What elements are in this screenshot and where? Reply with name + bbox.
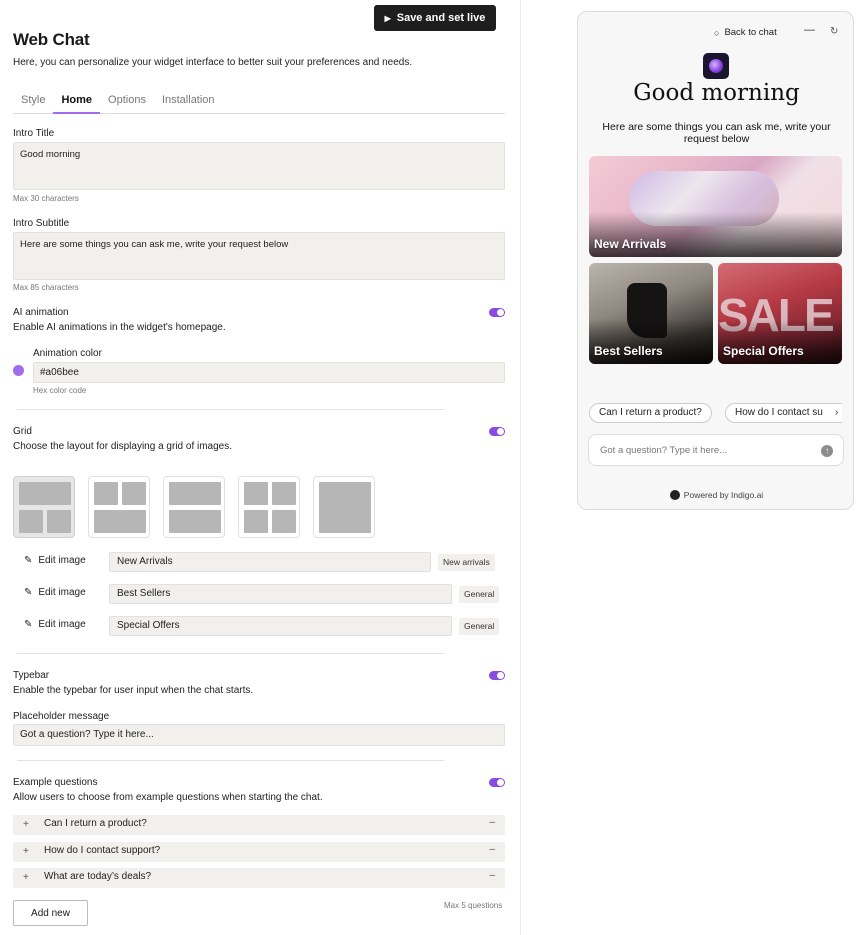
- intro-title-label: Intro Title: [13, 128, 55, 139]
- example-question-row: + Can I return a product? –: [13, 815, 505, 835]
- ai-animation-description: Enable AI animations in the widget's hom…: [13, 322, 226, 333]
- plus-icon[interactable]: +: [23, 846, 29, 857]
- tab-home[interactable]: Home: [53, 88, 101, 114]
- divider: [17, 653, 444, 654]
- card-caption: New Arrivals: [594, 237, 667, 251]
- pencil-icon: ✎: [24, 619, 33, 630]
- grid-image-tag[interactable]: General: [459, 618, 500, 635]
- animation-color-label: Animation color: [33, 348, 102, 359]
- example-question-chip[interactable]: Can I return a product?: [589, 403, 712, 423]
- intro-subtitle-label: Intro Subtitle: [13, 218, 70, 229]
- minus-icon[interactable]: –: [489, 844, 495, 855]
- intro-subtitle-hint: Max 85 characters: [13, 283, 79, 292]
- grid-image-row: ✎ Edit image Special Offers General: [24, 616, 505, 636]
- edit-image-button[interactable]: ✎ Edit image: [24, 619, 86, 630]
- grid-image-row: ✎ Edit image Best Sellers General: [24, 584, 505, 604]
- grid-layout-option-3[interactable]: [163, 476, 225, 538]
- send-arrow-icon[interactable]: ↑: [821, 445, 833, 457]
- intro-title-input[interactable]: Good morning: [13, 142, 505, 190]
- card-caption: Best Sellers: [594, 344, 663, 358]
- example-questions-toggle[interactable]: [489, 778, 505, 787]
- edit-image-button[interactable]: ✎ Edit image: [24, 587, 86, 598]
- example-question-chip[interactable]: How do I contact su: [725, 403, 842, 423]
- grid-toggle[interactable]: [489, 427, 505, 436]
- tab-installation[interactable]: Installation: [154, 88, 223, 114]
- color-swatch[interactable]: [13, 365, 24, 376]
- grid-layout-option-5[interactable]: [313, 476, 375, 538]
- grid-layout-option-4[interactable]: [238, 476, 300, 538]
- example-question-row: + What are today’s deals? –: [13, 868, 505, 888]
- example-question-text[interactable]: What are today’s deals?: [44, 871, 151, 882]
- widget-subtitle: Here are some things you can ask me, wri…: [602, 121, 831, 145]
- ai-animation-label: AI animation: [13, 307, 69, 318]
- grid-image-name-input[interactable]: Best Sellers: [109, 584, 452, 604]
- indigo-logo-icon: [669, 490, 680, 500]
- widget-input-placeholder: Got a question? Type it here...: [600, 445, 728, 456]
- widget-message-input[interactable]: Got a question? Type it here... ↑: [588, 434, 844, 466]
- animation-color-hint: Hex color code: [33, 386, 87, 395]
- page-title: Web Chat: [13, 30, 90, 49]
- refresh-icon[interactable]: ↻: [830, 26, 838, 37]
- minimize-icon[interactable]: —: [804, 24, 815, 36]
- plus-icon[interactable]: +: [23, 872, 29, 883]
- pencil-icon: ✎: [24, 555, 33, 566]
- grid-image-row: ✎ Edit image New Arrivals New arrivals: [24, 552, 505, 572]
- back-to-chat-button[interactable]: ○ Back to chat: [714, 27, 777, 38]
- grid-image-name-input[interactable]: New Arrivals: [109, 552, 431, 572]
- grid-image-name-input[interactable]: Special Offers: [109, 616, 452, 636]
- typebar-label: Typebar: [13, 670, 50, 681]
- typebar-toggle[interactable]: [489, 671, 505, 680]
- widget-greeting: Good morning: [633, 80, 800, 106]
- tab-options[interactable]: Options: [100, 88, 154, 114]
- tab-style[interactable]: Style: [13, 88, 53, 114]
- card-caption: Special Offers: [723, 344, 804, 358]
- example-question-row: + How do I contact support? –: [13, 842, 505, 862]
- page-subtitle: Here, you can personalize your widget in…: [13, 57, 413, 68]
- typebar-description: Enable the typebar for user input when t…: [13, 685, 254, 696]
- card-best-sellers[interactable]: Best Sellers: [589, 263, 713, 364]
- orb-icon: [709, 59, 723, 73]
- settings-panel: ▶ Save and set live Web Chat Here, you c…: [0, 0, 521, 935]
- grid-label: Grid: [13, 426, 32, 437]
- ai-animation-toggle[interactable]: [489, 308, 505, 317]
- preview-panel: ○ Back to chat — ↻ Good morning Here are…: [521, 0, 867, 935]
- example-questions-description: Allow users to choose from example quest…: [13, 792, 323, 803]
- chat-bubble-icon: ○: [714, 27, 720, 38]
- grid-layout-option-1[interactable]: [13, 476, 75, 538]
- chat-widget-preview: ○ Back to chat — ↻ Good morning Here are…: [577, 11, 854, 510]
- card-new-arrivals[interactable]: New Arrivals: [589, 156, 842, 257]
- tab-bar: Style Home Options Installation: [13, 88, 505, 114]
- chevron-right-icon[interactable]: ›: [835, 407, 838, 418]
- animation-color-input[interactable]: #a06bee: [33, 362, 505, 383]
- pencil-icon: ✎: [24, 587, 33, 598]
- divider: [17, 760, 444, 761]
- grid-layout-option-2[interactable]: [88, 476, 150, 538]
- save-and-set-live-button[interactable]: ▶ Save and set live: [374, 5, 496, 31]
- assistant-logo: [703, 53, 729, 79]
- minus-icon[interactable]: –: [489, 870, 495, 881]
- intro-title-hint: Max 30 characters: [13, 194, 79, 203]
- example-question-text[interactable]: How do I contact support?: [44, 845, 160, 856]
- grid-image-tag[interactable]: General: [459, 586, 500, 603]
- edit-image-button[interactable]: ✎ Edit image: [24, 555, 86, 566]
- placeholder-message-label: Placeholder message: [13, 711, 110, 722]
- max-questions-hint: Max 5 questions: [444, 901, 503, 910]
- divider: [17, 409, 444, 410]
- plus-icon[interactable]: +: [23, 819, 29, 830]
- intro-subtitle-input[interactable]: Here are some things you can ask me, wri…: [13, 232, 505, 280]
- grid-image-tag[interactable]: New arrivals: [438, 554, 495, 571]
- play-icon: ▶: [384, 13, 391, 23]
- powered-by: Powered by Indigo.ai: [578, 490, 853, 500]
- card-special-offers[interactable]: SALE Special Offers: [718, 263, 842, 364]
- add-new-question-button[interactable]: Add new: [13, 900, 88, 926]
- grid-description: Choose the layout for displaying a grid …: [13, 441, 233, 452]
- save-button-label: Save and set live: [396, 12, 486, 24]
- example-questions-label: Example questions: [13, 777, 98, 788]
- placeholder-message-input[interactable]: Got a question? Type it here...: [13, 724, 505, 746]
- example-question-text[interactable]: Can I return a product?: [44, 818, 147, 829]
- minus-icon[interactable]: –: [489, 817, 495, 828]
